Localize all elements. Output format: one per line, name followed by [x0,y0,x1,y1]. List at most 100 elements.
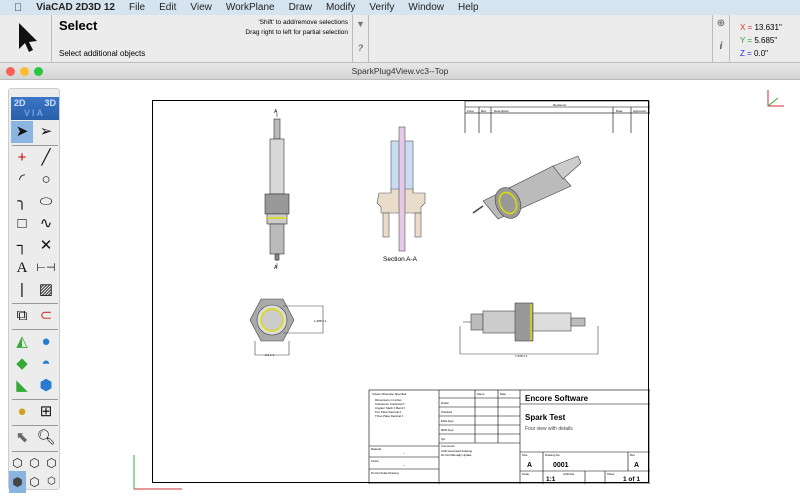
shaded-view-icon[interactable]: ⬢ [9,471,26,493]
window-title: SparkPlug4View.vc3--Top [351,66,449,76]
menu-bar:  ViaCAD 2D3D 12 File Edit View WorkPlan… [0,0,800,15]
drawing-title: Spark Test [525,413,566,422]
sphere-tool-icon[interactable]: ● [35,331,57,353]
zoom-tool-icon[interactable]: 🔍︎ [35,427,57,449]
menu-view[interactable]: View [190,2,212,13]
tool-palette: 2D 3D VIA ➤ ➢ + ╱ ◜ ○ ╮ ⬭ □ ∿ ┐ ✕ A ⊢⊣ | ▨… [8,88,60,493]
svg-text:Do Not Scale Drawing: Do Not Scale Drawing [371,471,399,475]
sheet-value: 1 of 1 [623,476,640,483]
menu-app[interactable]: ViaCAD 2D3D 12 [36,2,115,13]
fillet-tool-icon[interactable]: ╮ [11,191,33,213]
svg-text:Rev: Rev [481,109,487,113]
dropdown-triangle-icon: ▼ [356,19,365,29]
outline-view-icon[interactable]: ⬡ [26,471,43,493]
loft-tool-icon[interactable]: ◣ [11,375,33,397]
z-coord: 0.0" [754,49,768,58]
surface-tool-icon[interactable]: ◭ [11,331,33,353]
centerline-tool-icon[interactable]: | [11,279,33,301]
coordinate-readout: X = 13.631" Y = 5.685" Z = 0.0" [740,23,782,58]
view-layout-tool-icon[interactable]: ⊞ [35,401,57,423]
svg-text:Size: Size [522,453,528,457]
menu-verify[interactable]: Verify [369,2,394,13]
menu-edit[interactable]: Edit [159,2,176,13]
prompt-subtitle: Select additional objects [59,49,146,58]
svg-text:ENG Appr.: ENG Appr. [441,419,454,423]
prompt-dropdown[interactable]: ▼? [353,15,369,63]
hatch-tool-icon[interactable]: ▨ [35,279,57,301]
trim-tool-icon[interactable]: ✕ [35,235,57,257]
svg-text:Finish: Finish [371,459,379,463]
zoom-button[interactable] [34,67,43,76]
corner-tool-icon[interactable]: ┐ [11,235,33,257]
svg-text:Drawn: Drawn [441,401,450,405]
svg-text:Checked: Checked [441,410,452,414]
magnet-tool-icon[interactable]: ⊂ [35,305,57,327]
dimension-length: 7.038 ±.1 [515,354,528,358]
transform-tool-icon[interactable]: ⧉ [11,305,33,327]
svg-text:Rev: Rev [630,453,636,457]
arc-tool-icon[interactable]: ◜ [11,169,33,191]
svg-text:Material: Material [371,447,381,451]
svg-text:Date: Date [500,392,506,396]
isometric-view [472,155,582,220]
render-view-icon[interactable]: ⬡ [43,471,60,493]
spline-tool-icon[interactable]: ∿ [35,213,57,235]
close-button[interactable] [6,67,15,76]
menu-window[interactable]: Window [408,2,444,13]
select-tool-icon[interactable]: ➤ [11,121,33,143]
line-tool-icon[interactable]: ╱ [35,147,57,169]
extrude-surface-tool-icon[interactable]: ◆ [11,353,33,375]
svg-text:MFR Appr.: MFR Appr. [441,428,454,432]
menu-help[interactable]: Help [458,2,479,13]
ellipse-tool-icon[interactable]: ⬭ [35,191,57,213]
side-view-sparkplug [459,302,599,355]
select-arrow-icon [19,23,37,52]
menu-modify[interactable]: Modify [326,2,355,13]
dimension-tool-icon[interactable]: ⊢⊣ [35,257,57,279]
crosshair-icon[interactable]: ⊕ [713,18,729,29]
drawing-sheet[interactable]: Revisions Zone Rev Description Date Approve… [152,100,650,484]
section-label: Section A-A [383,256,418,263]
section-mark-bottom: A [274,265,278,271]
box-tool-icon[interactable]: ⬢ [35,375,57,397]
svg-text:QA: QA [441,437,445,441]
svg-text:Unless Otherwise Specified:: Unless Otherwise Specified: [372,392,407,396]
info-icon[interactable]: i [713,41,729,52]
svg-text:Approved: Approved [633,109,646,113]
section-mark-top: A [274,109,278,115]
svg-text:Comments: Comments [441,444,455,448]
pan-tool-icon[interactable]: ⬉ [11,427,33,449]
top-view-hex [249,298,324,356]
menu-file[interactable]: File [129,2,145,13]
apple-menu-icon[interactable]:  [14,2,22,14]
point-tool-icon[interactable]: + [11,147,33,169]
viacad-logo: 2D 3D VIA [11,97,59,120]
dimension-height: 1.288 ±.1 [314,319,327,323]
help-button[interactable]: ? [353,43,368,53]
menu-workplane[interactable]: WorkPlane [226,2,275,13]
text-tool-icon[interactable]: A [11,257,33,279]
select-subobject-tool-icon[interactable]: ➢ [35,121,57,143]
drawing-description: Four view with details [525,426,573,432]
title-block [368,389,650,484]
menu-draw[interactable]: Draw [289,2,312,13]
circle-tool-icon[interactable]: ○ [35,169,57,191]
svg-text:Date: Date [616,109,623,113]
y-coord: 5.685" [754,36,778,45]
render-tool-icon[interactable]: ● [11,401,33,423]
rectangle-tool-icon[interactable]: □ [11,213,33,235]
svg-text:Scale: Scale [522,472,529,476]
size-value: A [527,462,532,469]
x-coord: 13.631" [754,23,782,32]
svg-text:--: -- [403,463,405,467]
revolve-tool-icon[interactable]: ◓ [35,353,57,375]
svg-text:--: -- [403,451,405,455]
svg-text:Name: Name [477,392,485,396]
view-axis-icon [767,90,784,107]
minimize-button[interactable] [20,67,29,76]
svg-text:Zone: Zone [467,109,474,113]
front-view-sparkplug [264,113,290,267]
section-view [376,126,426,252]
drawing-number: 0001 [553,462,569,469]
svg-text:Description: Description [494,109,509,113]
